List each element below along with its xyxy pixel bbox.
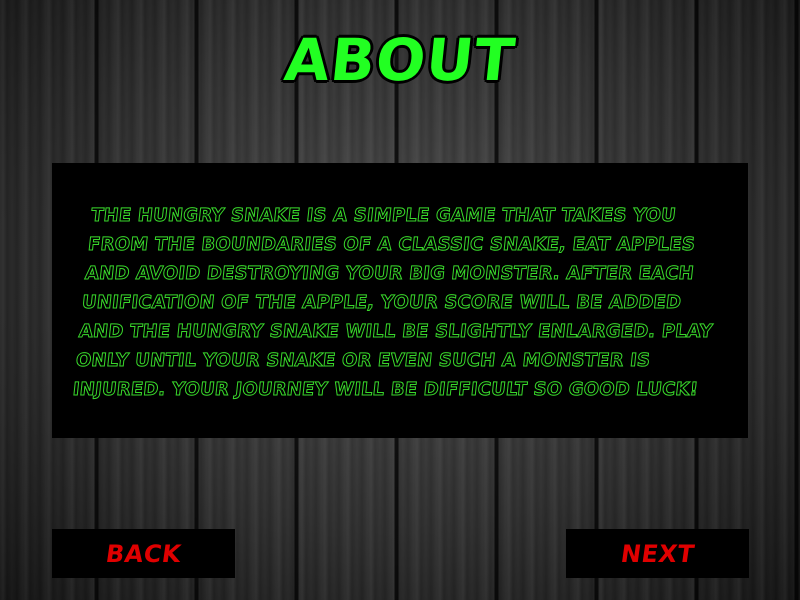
- next-button-label: NEXT: [618, 539, 697, 568]
- back-button-label: BACK: [103, 539, 183, 568]
- about-description: THE HUNGRY SNAKE IS A SIMPLE GAME THAT T…: [71, 205, 714, 401]
- about-panel: THE HUNGRY SNAKE IS A SIMPLE GAME THAT T…: [52, 163, 748, 438]
- page-title: ABOUT: [281, 26, 519, 94]
- back-button[interactable]: BACK: [52, 529, 235, 578]
- next-button[interactable]: NEXT: [566, 529, 749, 578]
